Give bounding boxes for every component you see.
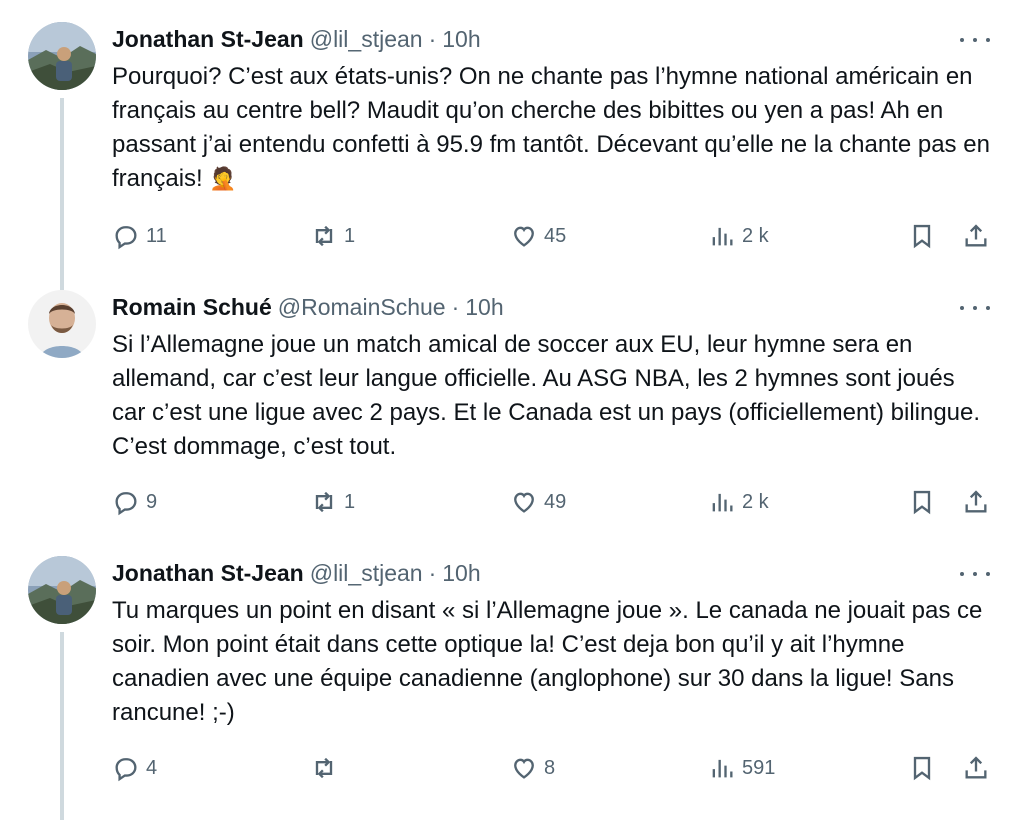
views-icon	[712, 759, 733, 778]
retweet-icon	[315, 491, 333, 513]
reply-icon	[115, 758, 137, 782]
separator-dot: ·	[428, 25, 437, 52]
avatar[interactable]	[28, 556, 96, 624]
reply-button[interactable]: 11	[112, 216, 167, 256]
view-count: 2 k	[742, 224, 769, 247]
like-button[interactable]: 45	[510, 216, 566, 256]
share-button[interactable]	[962, 216, 990, 256]
heart-icon	[514, 758, 534, 779]
tweet-text: Tu marques un point en disant « si l’All…	[112, 594, 992, 730]
timestamp[interactable]: 10h	[442, 26, 480, 53]
more-options-icon[interactable]	[960, 298, 990, 318]
tweet-text: Pourquoi? C’est aux états-unis? On ne ch…	[112, 60, 992, 196]
views-icon	[712, 493, 733, 512]
more-options-icon[interactable]	[960, 564, 990, 584]
reply-icon	[115, 492, 137, 516]
separator-dot: ·	[428, 559, 437, 586]
bookmark-button[interactable]	[908, 748, 936, 788]
facepalm-emoji: 🤦	[209, 166, 237, 191]
author-name[interactable]: Jonathan St-Jean	[112, 26, 304, 53]
share-icon	[965, 756, 987, 779]
avatar[interactable]	[28, 290, 96, 358]
tweet-body: Pourquoi? C’est aux états-unis? On ne ch…	[112, 63, 990, 192]
like-count: 49	[544, 490, 567, 513]
share-icon	[965, 490, 987, 513]
bookmark-button[interactable]	[908, 216, 936, 256]
tweet[interactable]: Jonathan St-Jean @lil_stjean · 10h Tu ma…	[0, 556, 1026, 820]
action-bar: 11 1 45 2 k	[0, 216, 1026, 256]
tweet[interactable]: Jonathan St-Jean @lil_stjean · 10h Pourq…	[0, 22, 1026, 290]
reply-count: 9	[146, 490, 158, 513]
author-name[interactable]: Jonathan St-Jean	[112, 560, 304, 587]
like-button[interactable]: 8	[510, 748, 555, 788]
action-bar: 9 1 49 2 k	[0, 482, 1026, 522]
tweet[interactable]: Romain Schué @RomainSchue · 10h Si l’All…	[0, 290, 1026, 558]
tweet-header: Jonathan St-Jean @lil_stjean · 10h	[112, 556, 481, 590]
heart-icon	[514, 226, 534, 247]
share-button[interactable]	[962, 482, 990, 522]
retweet-count: 1	[344, 224, 356, 247]
bookmark-button[interactable]	[908, 482, 936, 522]
retweet-button[interactable]: 1	[310, 482, 355, 522]
bookmark-icon	[913, 224, 931, 249]
thread: Jonathan St-Jean @lil_stjean · 10h Pourq…	[0, 0, 1026, 820]
timestamp[interactable]: 10h	[442, 560, 480, 587]
like-button[interactable]: 49	[510, 482, 566, 522]
views-button[interactable]: 2 k	[708, 482, 769, 522]
tweet-body: Si l’Allemagne joue un match amical de s…	[112, 331, 981, 460]
like-count: 45	[544, 224, 567, 247]
author-handle[interactable]: @lil_stjean	[310, 560, 423, 587]
retweet-count: 1	[344, 490, 356, 513]
timestamp[interactable]: 10h	[465, 294, 503, 321]
avatar[interactable]	[28, 22, 96, 90]
share-button[interactable]	[962, 748, 990, 788]
action-bar: 4 8 591	[0, 748, 1026, 788]
reply-icon	[115, 226, 137, 250]
reply-button[interactable]: 4	[112, 748, 157, 788]
heart-icon	[514, 492, 534, 513]
view-count: 2 k	[742, 490, 769, 513]
views-button[interactable]: 591	[708, 748, 775, 788]
separator-dot: ·	[451, 293, 460, 320]
bookmark-icon	[913, 756, 931, 781]
bookmark-icon	[913, 490, 931, 515]
reply-count: 4	[146, 756, 158, 779]
author-handle[interactable]: @lil_stjean	[310, 26, 423, 53]
retweet-button[interactable]: 1	[310, 216, 355, 256]
retweet-button[interactable]	[310, 748, 344, 788]
reply-button[interactable]: 9	[112, 482, 157, 522]
tweet-header: Romain Schué @RomainSchue · 10h	[112, 290, 504, 324]
author-handle[interactable]: @RomainSchue	[278, 294, 446, 321]
thread-connector-line	[60, 98, 64, 290]
tweet-body: Tu marques un point en disant « si l’All…	[112, 597, 983, 726]
reply-count: 11	[146, 224, 167, 247]
tweet-text: Si l’Allemagne joue un match amical de s…	[112, 328, 992, 464]
view-count: 591	[742, 756, 776, 779]
share-icon	[965, 224, 987, 247]
more-options-icon[interactable]	[960, 30, 990, 50]
tweet-header: Jonathan St-Jean @lil_stjean · 10h	[112, 22, 481, 56]
thread-connector-line	[60, 632, 64, 820]
author-name[interactable]: Romain Schué	[112, 294, 272, 321]
like-count: 8	[544, 756, 556, 779]
retweet-icon	[315, 225, 333, 247]
retweet-icon	[315, 757, 333, 779]
views-icon	[712, 227, 733, 246]
views-button[interactable]: 2 k	[708, 216, 769, 256]
